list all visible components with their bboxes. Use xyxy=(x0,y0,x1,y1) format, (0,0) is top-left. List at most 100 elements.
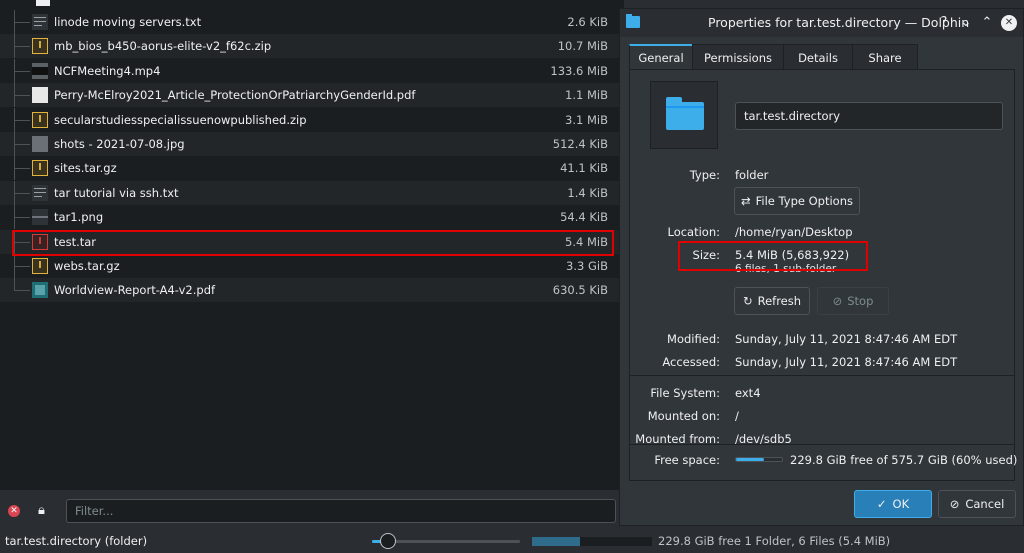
tree-line xyxy=(14,229,32,254)
archive-icon: I xyxy=(32,38,48,55)
text-file-icon xyxy=(32,14,48,30)
ok-button[interactable]: ✓ OK xyxy=(854,490,932,518)
stop-icon: ⊘ xyxy=(832,294,843,308)
free-space-value: 229.8 GiB free of 575.7 GiB (60% used) xyxy=(790,453,1018,467)
archive-icon: I xyxy=(32,160,48,177)
tree-line xyxy=(14,107,32,132)
tree-line xyxy=(14,132,32,156)
file-size: 41.1 KiB xyxy=(560,161,608,176)
tree-line xyxy=(14,83,32,108)
disk-usage-bar xyxy=(735,457,783,462)
general-panel: Type: folder ⇄ File Type Options Locatio… xyxy=(629,69,1018,481)
stop-button[interactable]: ⊘ Stop xyxy=(817,287,889,315)
zoom-slider-handle[interactable] xyxy=(380,533,396,549)
tree-line xyxy=(14,34,32,59)
file-row[interactable]: Perry-McElroy2021_Article_ProtectionOrPa… xyxy=(0,83,624,108)
refresh-label: Refresh xyxy=(757,294,802,308)
dialog-titlebar[interactable]: Properties for tar.test.directory — Dolp… xyxy=(620,9,1023,37)
checkmark-icon: ✓ xyxy=(876,497,887,511)
cancel-button[interactable]: ⊘ Cancel xyxy=(938,490,1016,518)
file-size: 133.6 MiB xyxy=(550,63,608,78)
file-name: test.tar xyxy=(54,234,97,249)
file-name: sites.tar.gz xyxy=(54,161,117,176)
tab-share[interactable]: Share xyxy=(852,44,918,70)
maximize-chevron-up-icon[interactable]: ⌃ xyxy=(978,14,996,32)
file-size: 1.1 MiB xyxy=(565,88,608,103)
file-name: webs.tar.gz xyxy=(54,259,120,273)
size-highlight-box xyxy=(678,241,868,271)
file-size: 2.6 KiB xyxy=(567,15,608,29)
file-row[interactable]: tar1.png 54.4 KiB xyxy=(0,205,624,230)
divider xyxy=(630,375,1014,376)
dialog-title: Properties for tar.test.directory — Dolp… xyxy=(708,15,970,30)
ok-label: OK xyxy=(892,497,910,511)
folder-app-icon xyxy=(626,14,640,28)
disk-usage-bar-fill xyxy=(736,458,764,461)
file-name: secularstudiesspecialissuenowpublished.z… xyxy=(54,112,307,127)
location-value: /home/ryan/Desktop xyxy=(735,225,853,239)
minimize-chevron-down-icon[interactable]: ⌄ xyxy=(957,14,975,32)
file-list-view[interactable]: linode moving servers.txt 2.6 KiB Imb_bios… xyxy=(0,0,624,490)
file-name: shots - 2021-07-08.jpg xyxy=(54,137,185,151)
file-name: tar1.png xyxy=(54,210,104,225)
accessed-value: Sunday, July 11, 2021 8:47:46 AM EDT xyxy=(735,355,958,369)
tree-line xyxy=(14,58,32,83)
file-row[interactable]: shots - 2021-07-08.jpg 512.4 KiB xyxy=(0,132,624,156)
file-name: linode moving servers.txt xyxy=(54,15,202,29)
folder-icon xyxy=(666,97,704,130)
tree-line xyxy=(14,10,32,34)
filter-input[interactable] xyxy=(66,499,616,523)
refresh-button[interactable]: ↻ Refresh xyxy=(734,287,810,315)
file-name: tar tutorial via ssh.txt xyxy=(54,185,179,200)
accessed-label: Accessed: xyxy=(662,355,720,369)
swap-arrows-icon: ⇄ xyxy=(741,194,751,208)
file-row[interactable]: Imb_bios_b450-aorus-elite-v2_f62c.zip 10.… xyxy=(0,34,624,59)
partial-row xyxy=(0,0,624,8)
tab-details[interactable]: Details xyxy=(783,44,853,70)
file-size: 54.4 KiB xyxy=(560,210,608,225)
pdf-document-icon xyxy=(32,282,48,299)
file-row[interactable]: Itest.tar 5.4 MiB xyxy=(0,229,624,254)
file-row[interactable]: Isecularstudiesspecialissuenowpublished.… xyxy=(0,107,624,132)
file-name: mb_bios_b450-aorus-elite-v2_f62c.zip xyxy=(54,39,272,54)
file-size: 1.4 KiB xyxy=(567,185,608,200)
type-label: Type: xyxy=(689,168,720,182)
close-window-icon[interactable]: ✕ xyxy=(1001,15,1017,31)
file-row[interactable]: NCFMeeting4.mp4 133.6 MiB xyxy=(0,58,624,83)
folder-icon-button[interactable] xyxy=(650,81,718,149)
file-row[interactable]: Isites.tar.gz 41.1 KiB xyxy=(0,156,624,181)
name-field[interactable] xyxy=(735,102,1003,130)
file-icon xyxy=(36,0,50,6)
tree-line xyxy=(14,156,32,181)
file-type-options-button[interactable]: ⇄ File Type Options xyxy=(734,187,860,215)
file-size: 10.7 MiB xyxy=(557,39,608,54)
stop-label: Stop xyxy=(847,294,874,308)
tree-line xyxy=(14,205,32,230)
file-type-options-label: File Type Options xyxy=(755,194,853,208)
file-row[interactable]: linode moving servers.txt 2.6 KiB xyxy=(0,10,624,34)
status-bar: tar.test.directory (folder) 229.8 GiB fr… xyxy=(0,529,1024,553)
free-space-text: 229.8 GiB free 1 Folder, 6 Files (5.4 Mi… xyxy=(658,534,891,548)
file-row[interactable]: tar tutorial via ssh.txt 1.4 KiB xyxy=(0,180,624,205)
help-button[interactable]: ? xyxy=(935,14,953,32)
properties-dialog: Properties for tar.test.directory — Dolp… xyxy=(619,8,1024,526)
file-size: 5.4 MiB xyxy=(565,234,608,249)
tab-general[interactable]: General xyxy=(629,44,693,70)
cancel-label: Cancel xyxy=(965,497,1005,511)
lock-icon[interactable]: 🔒︎ xyxy=(38,503,45,518)
tree-line xyxy=(14,278,32,302)
file-row[interactable]: Iwebs.tar.gz 3.3 GiB xyxy=(0,254,624,278)
cancel-icon: ⊘ xyxy=(949,497,960,511)
file-size: 512.4 KiB xyxy=(552,137,608,151)
video-icon xyxy=(32,62,48,79)
status-text: tar.test.directory (folder) xyxy=(5,534,148,548)
tree-line xyxy=(14,254,32,278)
tab-permissions[interactable]: Permissions xyxy=(692,44,784,70)
modified-value: Sunday, July 11, 2021 8:47:46 AM EDT xyxy=(735,332,958,346)
close-filter-icon[interactable]: ✕ xyxy=(8,505,20,517)
file-size: 630.5 KiB xyxy=(552,283,608,298)
file-row[interactable]: Worldview-Report-A4-v2.pdf 630.5 KiB xyxy=(0,278,624,303)
file-size: 3.1 MiB xyxy=(565,112,608,127)
image-icon xyxy=(32,136,48,152)
file-size: 3.3 GiB xyxy=(566,259,608,273)
